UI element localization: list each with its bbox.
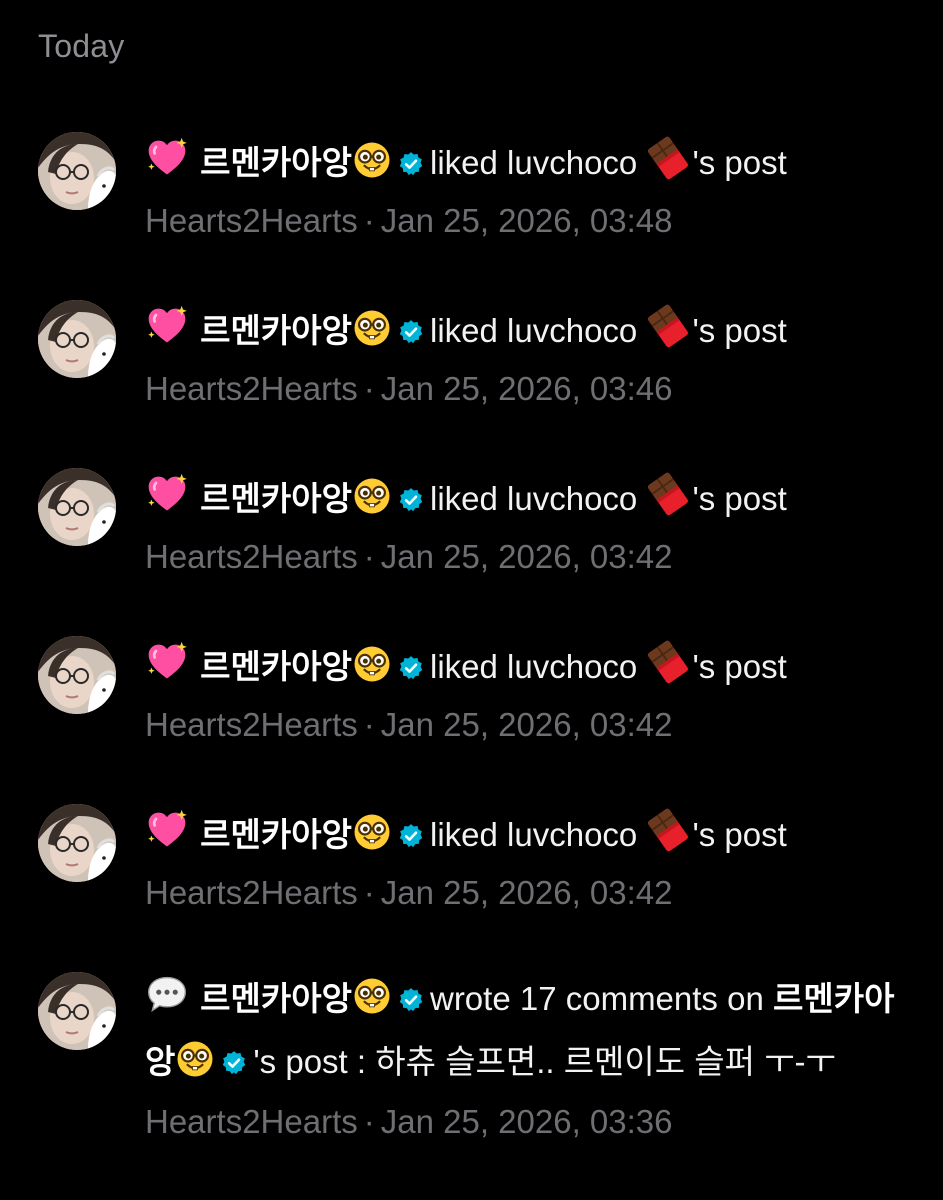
- meta-separator: ·: [363, 706, 375, 743]
- notification-content: 르멘카아앙 liked luvchoco 's post Hearts2Hearts…: [145, 136, 915, 243]
- notification-text: 르멘카아앙 liked luvchoco 's post: [145, 640, 915, 695]
- notification-meta: Hearts2Hearts · Jan 25, 2026, 03:46: [145, 367, 915, 411]
- action-text: liked: [429, 480, 498, 517]
- community-name: Hearts2Hearts: [145, 1103, 358, 1140]
- action-text: liked: [429, 816, 498, 853]
- nerd-face-icon: [352, 976, 392, 1033]
- verified-badge-icon: [398, 816, 424, 860]
- nerd-face-icon: [352, 812, 392, 863]
- community-name: Hearts2Hearts: [145, 370, 358, 407]
- actor-name[interactable]: 르멘카아앙: [200, 312, 352, 349]
- meta-separator: ·: [363, 538, 375, 575]
- notification-content: 르멘카아앙 liked luvchoco 's post Hearts2Hearts…: [145, 472, 915, 579]
- notification-content: 르멘카아앙 wrote 17 comments on 르멘카아앙's post :…: [145, 976, 900, 1144]
- avatar[interactable]: [38, 468, 116, 546]
- target-name[interactable]: luvchoco: [507, 312, 637, 349]
- post-suffix: 's post: [692, 648, 787, 685]
- notification-meta: Hearts2Hearts · Jan 25, 2026, 03:48: [145, 199, 915, 243]
- timestamp: Jan 25, 2026, 03:42: [380, 538, 673, 575]
- action-text: liked: [429, 144, 498, 181]
- actor-name[interactable]: 르멘카아앙: [200, 980, 352, 1017]
- target-name[interactable]: luvchoco: [507, 648, 637, 685]
- post-suffix: 's post : 하츄 슬프면.. 르멘이도 슬퍼 ㅜ-ㅜ: [253, 1043, 836, 1080]
- notification-text: 르멘카아앙 liked luvchoco 's post: [145, 808, 915, 863]
- avatar[interactable]: [38, 636, 116, 714]
- community-name: Hearts2Hearts: [145, 202, 358, 239]
- timestamp: Jan 25, 2026, 03:42: [380, 706, 673, 743]
- nerd-face-icon: [352, 476, 392, 527]
- nerd-face-icon: [175, 1039, 215, 1096]
- chocolate-bar-icon: [646, 136, 690, 191]
- verified-badge-icon: [221, 1036, 247, 1093]
- sparkling-heart-icon: [145, 640, 189, 695]
- action-text: wrote 17 comments on: [429, 980, 764, 1017]
- nerd-face-icon: [352, 308, 392, 359]
- meta-separator: ·: [363, 370, 375, 407]
- notification-text: 르멘카아앙 liked luvchoco 's post: [145, 136, 915, 191]
- post-suffix: 's post: [692, 816, 787, 853]
- verified-badge-icon: [398, 648, 424, 692]
- avatar[interactable]: [38, 300, 116, 378]
- notification-meta: Hearts2Hearts · Jan 25, 2026, 03:42: [145, 535, 915, 579]
- target-name[interactable]: luvchoco: [507, 144, 637, 181]
- notification-text: 르멘카아앙 wrote 17 comments on 르멘카아앙's post :…: [145, 970, 900, 1096]
- sparkling-heart-icon: [145, 472, 189, 527]
- notification-meta: Hearts2Hearts · Jan 25, 2026, 03:42: [145, 703, 915, 747]
- verified-badge-icon: [398, 973, 424, 1030]
- nerd-face-icon: [352, 140, 392, 191]
- timestamp: Jan 25, 2026, 03:36: [380, 1103, 673, 1140]
- post-suffix: 's post: [692, 144, 787, 181]
- verified-badge-icon: [398, 144, 424, 188]
- post-suffix: 's post: [692, 312, 787, 349]
- notification-content: 르멘카아앙 liked luvchoco 's post Hearts2Hearts…: [145, 808, 915, 915]
- action-text: liked: [429, 648, 498, 685]
- verified-badge-icon: [398, 480, 424, 524]
- actor-name[interactable]: 르멘카아앙: [200, 480, 352, 517]
- post-suffix: 's post: [692, 480, 787, 517]
- avatar[interactable]: [38, 972, 116, 1050]
- target-name[interactable]: luvchoco: [507, 816, 637, 853]
- notification-content: 르멘카아앙 liked luvchoco 's post Hearts2Hearts…: [145, 304, 915, 411]
- timestamp: Jan 25, 2026, 03:46: [380, 370, 673, 407]
- chocolate-bar-icon: [646, 640, 690, 695]
- avatar[interactable]: [38, 804, 116, 882]
- speech-bubble-icon: [145, 972, 189, 1033]
- section-header-today: Today: [38, 28, 125, 64]
- meta-separator: ·: [363, 202, 375, 239]
- actor-name[interactable]: 르멘카아앙: [200, 816, 352, 853]
- chocolate-bar-icon: [646, 304, 690, 359]
- actor-name[interactable]: 르멘카아앙: [200, 144, 352, 181]
- avatar[interactable]: [38, 132, 116, 210]
- community-name: Hearts2Hearts: [145, 538, 358, 575]
- sparkling-heart-icon: [145, 304, 189, 359]
- notification-meta: Hearts2Hearts · Jan 25, 2026, 03:42: [145, 871, 915, 915]
- meta-separator: ·: [363, 874, 375, 911]
- verified-badge-icon: [398, 312, 424, 356]
- sparkling-heart-icon: [145, 808, 189, 863]
- timestamp: Jan 25, 2026, 03:48: [380, 202, 673, 239]
- notification-content: 르멘카아앙 liked luvchoco 's post Hearts2Hearts…: [145, 640, 915, 747]
- action-text: liked: [429, 312, 498, 349]
- sparkling-heart-icon: [145, 136, 189, 191]
- nerd-face-icon: [352, 644, 392, 695]
- community-name: Hearts2Hearts: [145, 874, 358, 911]
- chocolate-bar-icon: [646, 808, 690, 863]
- target-name[interactable]: luvchoco: [507, 480, 637, 517]
- community-name: Hearts2Hearts: [145, 706, 358, 743]
- chocolate-bar-icon: [646, 472, 690, 527]
- notification-text: 르멘카아앙 liked luvchoco 's post: [145, 472, 915, 527]
- notification-text: 르멘카아앙 liked luvchoco 's post: [145, 304, 915, 359]
- meta-separator: ·: [363, 1103, 375, 1140]
- notification-meta: Hearts2Hearts · Jan 25, 2026, 03:36: [145, 1100, 900, 1144]
- actor-name[interactable]: 르멘카아앙: [200, 648, 352, 685]
- timestamp: Jan 25, 2026, 03:42: [380, 874, 673, 911]
